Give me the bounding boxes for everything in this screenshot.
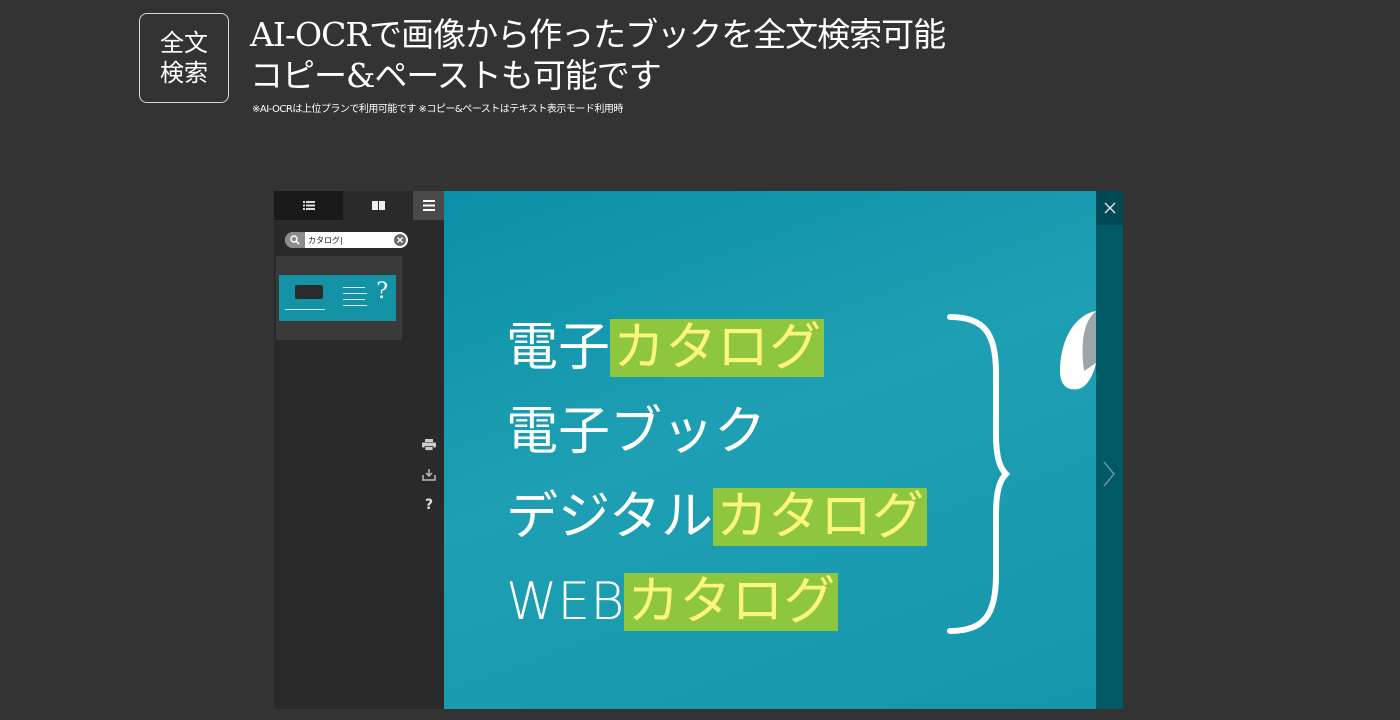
page-thumbnail[interactable]: ? — [276, 256, 402, 340]
search-highlight: カタログ — [712, 488, 927, 546]
search-icon — [290, 235, 300, 245]
badge-line-1: 全文 — [160, 29, 208, 57]
close-icon — [397, 237, 403, 243]
chevron-right-icon — [1103, 461, 1116, 487]
page-row-4: WEBカタログ — [506, 572, 839, 632]
question-mark-graphic — [1060, 311, 1096, 390]
close-button[interactable] — [1096, 191, 1123, 225]
side-panel: ? ? — [274, 191, 444, 709]
close-icon — [1104, 202, 1115, 214]
thumbnail-image: ? — [279, 275, 396, 321]
book-page: 電子カタログ 電子ブック デジタルカタログ WEBカタログ — [444, 191, 1096, 709]
search-box — [285, 232, 408, 248]
search-input[interactable] — [308, 232, 388, 248]
tab-menu[interactable] — [413, 191, 444, 220]
row-1-text: 電子 — [506, 318, 611, 378]
thumbnail-question-mark: ? — [376, 279, 388, 304]
page-row-2: 電子ブック — [506, 403, 766, 461]
headline: AI-OCRで画像から作ったブックを全文検索可能 コピー&ペーストも可能です — [250, 14, 1250, 96]
row-3-text: デジタル — [506, 487, 713, 547]
next-page-button[interactable] — [1102, 461, 1116, 491]
pages-icon — [371, 201, 385, 210]
footnote: ※AI-OCRは上位プランで利用可能です ※コピー&ペーストはテキスト表示モード… — [252, 104, 623, 115]
tab-toc[interactable] — [274, 191, 343, 220]
search-button[interactable] — [285, 232, 305, 248]
print-button[interactable] — [420, 436, 438, 454]
badge-line-2: 検索 — [160, 59, 208, 87]
right-nav-strip — [1096, 191, 1123, 709]
page-row-1: 電子カタログ — [506, 318, 825, 378]
full-text-search-badge: 全文 検索 — [139, 13, 229, 103]
help-button[interactable]: ? — [420, 496, 438, 514]
download-icon — [422, 469, 436, 481]
menu-icon — [422, 200, 435, 211]
panel-tab-bar — [274, 191, 444, 220]
clear-search-button[interactable] — [394, 234, 406, 246]
search-highlight: カタログ — [610, 319, 825, 377]
help-icon: ? — [424, 497, 434, 513]
brace-graphic — [947, 314, 1011, 634]
headline-line-1: AI-OCRで画像から作ったブックを全文検索可能 — [250, 15, 946, 54]
search-highlight: カタログ — [624, 573, 839, 631]
page-row-3: デジタルカタログ — [506, 488, 927, 546]
headline-line-2: コピー&ペーストも可能です — [250, 56, 662, 95]
list-icon — [302, 201, 315, 210]
tab-thumbnails[interactable] — [343, 191, 413, 220]
row-2-text: 電子ブック — [506, 402, 767, 462]
row-4-text: WEB — [506, 572, 625, 632]
download-button[interactable] — [420, 466, 438, 484]
print-icon — [422, 439, 436, 451]
ebook-viewer: ? ? 電子カタログ 電子ブック デジタルカタログ — [274, 191, 1123, 709]
